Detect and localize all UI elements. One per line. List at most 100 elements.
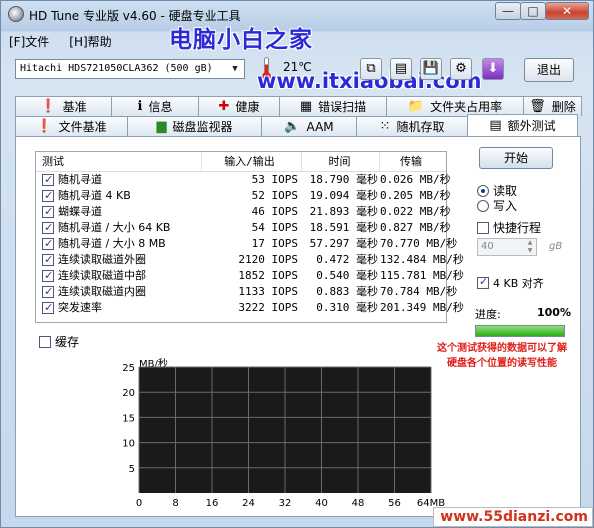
test-checkbox[interactable]	[42, 252, 54, 268]
write-radio-dot[interactable]	[477, 199, 489, 212]
tab-extra-tests[interactable]: ▤ 额外测试	[467, 114, 578, 136]
time-cell: 19.094 毫秒	[309, 189, 378, 202]
table-row[interactable]: 随机寻道 4 KB 52 IOPS 19.094 毫秒0.205 MB/秒	[36, 188, 451, 204]
col-transfer[interactable]: 传输	[380, 152, 446, 171]
test-checkbox[interactable]	[42, 172, 54, 188]
tab-row-bottom: ❗ 文件基准 ▆ 磁盘监视器 🔈 AAM ⁙ 随机存取 ▤ 额外测试	[15, 114, 578, 136]
chevron-down-icon[interactable]: ▼	[228, 61, 242, 77]
annotation-note: 这个测试获得的数据可以了解硬盘各个位置的读写性能	[437, 343, 567, 369]
bottom-url-watermark: www.55dianzi.com	[433, 507, 593, 527]
col-time[interactable]: 时间	[302, 152, 380, 171]
menu-file[interactable]: [F]文件	[9, 33, 49, 50]
table-row[interactable]: 随机寻道 / 大小 64 KB 54 IOPS 18.591 毫秒0.827 MB/…	[36, 220, 451, 236]
table-row[interactable]: 突发速率 3222 IOPS 0.310 毫秒201.349 MB/秒	[36, 300, 464, 316]
drive-select[interactable]: Hitachi HDS721050CLA362 (500 gB) ▼	[15, 59, 245, 79]
io-cell: 46 IOPS	[251, 205, 298, 218]
random-access-icon: ⁙	[379, 119, 391, 134]
tab-file-benchmark[interactable]: ❗ 文件基准	[15, 116, 128, 136]
test-name-cell: 蝴蝶寻道	[36, 204, 202, 220]
test-name-cell: 随机寻道 / 大小 64 KB	[36, 220, 202, 236]
tab-label: 磁盘监视器	[172, 120, 233, 134]
start-button[interactable]: 开始	[479, 147, 553, 169]
spinner-arrows-icon[interactable]: ▲ ▼	[524, 239, 536, 255]
test-name: 随机寻道	[58, 173, 102, 186]
write-radio[interactable]: 写入	[477, 197, 517, 214]
transfer-chart: 2520151050 8 16 24 32 40 48 56 64MB	[122, 363, 445, 509]
cache-option[interactable]: 缓存	[39, 333, 79, 350]
tab-error-scan[interactable]: ▦ 错误扫描	[279, 96, 387, 116]
table-row[interactable]: 随机寻道 53 IOPS 18.790 毫秒0.026 MB/秒	[36, 172, 451, 188]
cache-checkbox[interactable]	[39, 335, 51, 348]
test-checkbox[interactable]	[42, 220, 54, 236]
io-cell: 52 IOPS	[251, 189, 298, 202]
write-label: 写入	[493, 199, 518, 213]
tab-label: 文件夹占用率	[430, 100, 503, 114]
table-row[interactable]: 随机寻道 / 大小 8 MB 17 IOPS 57.297 毫秒70.770 MB/…	[36, 236, 457, 252]
align-4k-label: 4 KB 对齐	[493, 277, 544, 290]
table-row[interactable]: 连续读取磁道外圈 2120 IOPS 0.472 毫秒132.484 MB/秒	[36, 252, 464, 268]
tab-info[interactable]: ℹ 信息	[111, 96, 199, 116]
tab-disk-monitor[interactable]: ▆ 磁盘监视器	[127, 116, 262, 136]
cache-label: 缓存	[55, 335, 80, 349]
quick-stroke-spinner[interactable]: 40 ▲ ▼	[477, 238, 537, 256]
quick-stroke-checkbox[interactable]	[477, 221, 489, 234]
tab-label: 额外测试	[507, 119, 556, 133]
test-name: 随机寻道 4 KB	[58, 189, 131, 202]
table-row[interactable]: 蝴蝶寻道 46 IOPS 21.893 毫秒0.022 MB/秒	[36, 204, 451, 220]
exit-button[interactable]: 退出	[524, 58, 574, 82]
test-checkbox[interactable]	[42, 300, 54, 316]
transfer-cell: 115.781 MB/秒	[380, 269, 464, 282]
tab-erase[interactable]: 🗑 删除	[523, 96, 582, 116]
test-checkbox[interactable]	[42, 268, 54, 284]
transfer-cell: 201.349 MB/秒	[380, 301, 464, 314]
folder-icon: 📁	[407, 99, 425, 114]
copy-screenshot-icon[interactable]: ▤	[390, 58, 412, 80]
scan-icon: ▦	[299, 99, 313, 114]
chart-x-tick: 0	[136, 498, 142, 509]
transfer-cell: 0.022 MB/秒	[380, 205, 451, 218]
test-name: 突发速率	[58, 301, 102, 314]
chart-x-tick: 24	[242, 498, 255, 509]
time-cell: 18.591 毫秒	[309, 221, 378, 234]
transfer-cell: 0.205 MB/秒	[380, 189, 451, 202]
transfer-cell: 0.026 MB/秒	[380, 173, 451, 186]
maximize-button[interactable]: □	[520, 2, 546, 20]
tab-benchmark[interactable]: ❗ 基准	[15, 96, 112, 116]
tab-label: 基准	[62, 100, 87, 114]
col-io[interactable]: 输入/输出	[202, 152, 302, 171]
table-row[interactable]: 连续读取磁道中部 1852 IOPS 0.540 毫秒115.781 MB/秒	[36, 268, 464, 284]
table-header: 测试 输入/输出 时间 传输	[36, 152, 446, 172]
tab-health[interactable]: ✚ 健康	[198, 96, 280, 116]
progress-bar	[475, 325, 565, 337]
time-cell: 0.472 毫秒	[316, 253, 378, 266]
minimize-button[interactable]: —	[495, 2, 521, 20]
align-4k-option[interactable]: 4 KB 对齐	[477, 275, 544, 291]
tab-random-access[interactable]: ⁙ 随机存取	[356, 116, 468, 136]
tab-label: 文件基准	[58, 120, 107, 134]
app-disk-icon	[8, 6, 24, 22]
io-cell: 3222 IOPS	[238, 301, 298, 314]
chart-x-tick: 56	[388, 498, 401, 509]
download-icon[interactable]: ⬇	[482, 58, 504, 80]
col-test[interactable]: 测试	[36, 152, 202, 171]
close-button[interactable]: ✕	[545, 2, 589, 20]
read-radio-dot[interactable]	[477, 184, 489, 197]
test-checkbox[interactable]	[42, 204, 54, 220]
window-controls: — □ ✕	[495, 2, 589, 20]
tab-aam[interactable]: 🔈 AAM	[261, 116, 357, 136]
copy-icon[interactable]: ⧉	[360, 58, 382, 80]
app-window: HD Tune 专业版 v4.60 - 硬盘专业工具 — □ ✕ 电脑小白之家 …	[0, 0, 594, 528]
options-icon[interactable]: ⚙	[450, 58, 472, 80]
test-checkbox[interactable]	[42, 236, 54, 252]
test-name: 连续读取磁道外圈	[58, 253, 146, 266]
tab-folder-usage[interactable]: 📁 文件夹占用率	[386, 96, 524, 116]
quick-stroke-option[interactable]: 快捷行程	[477, 219, 541, 236]
test-checkbox[interactable]	[42, 188, 54, 204]
io-cell: 17 IOPS	[251, 237, 298, 250]
menu-help[interactable]: [H]帮助	[69, 33, 111, 50]
save-icon[interactable]: 💾	[420, 58, 442, 80]
align-4k-checkbox[interactable]	[477, 275, 489, 289]
table-row[interactable]: 连续读取磁道内圈 1133 IOPS 0.883 毫秒70.784 MB/秒	[36, 284, 457, 300]
test-checkbox[interactable]	[42, 284, 54, 300]
exclamation-icon: ❗	[40, 99, 57, 114]
